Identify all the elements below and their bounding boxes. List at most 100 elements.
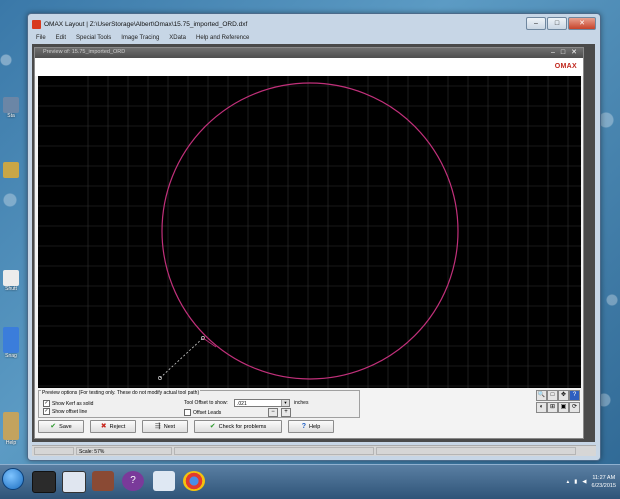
status-cell <box>376 447 576 455</box>
tray-arrow-icon[interactable]: ▴ <box>567 479 570 485</box>
help-button[interactable]: ? Help <box>288 420 334 433</box>
status-cell <box>34 447 74 455</box>
volume-icon[interactable]: ◀ <box>582 479 586 485</box>
clock-date: 6/23/2015 <box>591 483 616 489</box>
desktop-icon-label: Sta <box>7 113 15 119</box>
taskbar-help-icon[interactable]: ? <box>122 471 144 491</box>
menu-xdata[interactable]: XData <box>169 33 186 43</box>
status-cell <box>174 447 374 455</box>
checkbox-box[interactable]: ✓ <box>43 400 50 407</box>
offset-leads-checkbox[interactable]: Offset Leads <box>184 409 221 416</box>
show-kerf-label: Show Kerf as solid <box>52 400 94 407</box>
folder-icon <box>3 162 19 178</box>
menu-file[interactable]: File <box>36 33 46 43</box>
action-buttons: ✔ Save ✖ Reject ⇶ Next ✔ Check for probl… <box>38 420 334 433</box>
maximize-button[interactable]: □ <box>547 17 567 30</box>
zoom-extents-icon[interactable]: ⊞ <box>547 402 558 413</box>
next-icon: ⇶ <box>154 423 161 430</box>
show-offset-label: Show offset line <box>52 408 88 415</box>
check-for-problems-label: Check for problems <box>218 423 267 430</box>
desktop-icon[interactable] <box>0 160 22 190</box>
tool-offset-value: .021 <box>237 401 247 407</box>
tool-offset-label: Tool Offset to show: <box>184 400 228 406</box>
omax-logo: OMAX <box>554 63 577 70</box>
checkbox-box[interactable]: ✓ <box>43 408 50 415</box>
system-tray: ▴ ▮ ◀ 11:27 AM 6/23/2015 <box>567 468 617 496</box>
clock-time: 11:27 AM <box>592 475 616 481</box>
decrease-offset-button[interactable]: − <box>268 408 278 417</box>
start-button[interactable] <box>2 468 24 490</box>
zoom-toolbar: 🔍 □ ✥ ? ◐ ⊞ ▣ ⟳ <box>536 390 580 418</box>
preview-drawing <box>38 76 581 388</box>
desktop-icon[interactable]: Snag <box>0 325 22 359</box>
logo-bar: OMAX <box>35 58 583 76</box>
preview-options-legend: Preview options (For testing only. These… <box>41 390 201 396</box>
checkmark-icon: ✔ <box>50 423 57 430</box>
zoom-fit-icon[interactable]: ▣ <box>558 402 569 413</box>
show-kerf-checkbox[interactable]: ✓ Show Kerf as solid <box>43 400 93 407</box>
increase-offset-button[interactable]: + <box>281 408 291 417</box>
desktop-icon-label: Snag <box>5 353 17 359</box>
reject-button[interactable]: ✖ Reject <box>90 420 136 433</box>
taskbar-app-notepad[interactable] <box>153 471 175 491</box>
preview-close-button[interactable]: ✕ <box>571 48 577 58</box>
grid-lines <box>38 76 581 388</box>
desktop-icon-label: Shutt <box>5 286 17 292</box>
status-bar: Scale: 57% <box>32 445 596 456</box>
zoom-previous-icon[interactable]: ◐ <box>536 402 547 413</box>
preview-dialog: Preview of: 15.75_imported_ORD – □ ✕ OMA… <box>34 47 584 439</box>
preview-minimize-button[interactable]: – <box>551 48 555 58</box>
desktop-icon-image <box>3 270 19 286</box>
menu-special-tools[interactable]: Special Tools <box>76 33 111 43</box>
x-icon: ✖ <box>100 423 107 430</box>
help-label: Help <box>308 423 321 430</box>
offset-leads-label: Offset Leads <box>193 409 222 416</box>
show-offset-checkbox[interactable]: ✓ Show offset line <box>43 408 87 415</box>
next-button[interactable]: ⇶ Next <box>142 420 188 433</box>
desktop-icon[interactable]: Sta <box>0 95 22 125</box>
close-button[interactable]: ✕ <box>568 17 596 30</box>
network-icon[interactable]: ▮ <box>574 479 577 485</box>
next-label: Next <box>163 423 176 430</box>
preview-canvas[interactable] <box>38 76 581 388</box>
save-button[interactable]: ✔ Save <box>38 420 84 433</box>
minimize-button[interactable]: – <box>526 17 546 30</box>
check-for-problems-button[interactable]: ✔ Check for problems <box>194 420 282 433</box>
desktop-icon-image <box>3 327 19 353</box>
taskbar-app[interactable] <box>92 471 114 491</box>
question-icon: ? <box>301 423 306 430</box>
taskbar-app-terminal[interactable] <box>32 471 56 493</box>
unit-label: inches <box>294 400 309 406</box>
client-area: Preview of: 15.75_imported_ORD – □ ✕ OMA… <box>32 44 595 442</box>
reject-label: Reject <box>109 423 126 430</box>
desktop-icon[interactable]: Shutt <box>0 268 22 298</box>
menu-edit[interactable]: Edit <box>56 33 66 43</box>
menu-help-and-reference[interactable]: Help and Reference <box>196 33 249 43</box>
window-titlebar[interactable]: OMAX Layout | Z:\UserStorage\Albert\Omax… <box>32 16 530 32</box>
taskbar: ? ▴ ▮ ◀ 11:27 AM 6/23/2015 <box>0 464 620 499</box>
chrome-icon[interactable] <box>183 471 205 491</box>
dropdown-arrow-icon[interactable]: ▼ <box>281 400 289 406</box>
zoom-window-icon[interactable]: □ <box>547 390 558 401</box>
app-icon <box>32 19 41 29</box>
help-icon[interactable]: ? <box>569 390 580 401</box>
taskbar-app-omax[interactable] <box>62 471 86 493</box>
preview-titlebar[interactable]: Preview of: 15.75_imported_ORD – □ ✕ <box>35 48 583 58</box>
window-title: OMAX Layout | Z:\UserStorage\Albert\Omax… <box>44 20 248 28</box>
desktop-icon-label: Help <box>5 440 17 446</box>
desktop-icon-image <box>3 412 19 440</box>
clock[interactable]: 11:27 AM 6/23/2015 <box>592 474 616 490</box>
save-label: Save <box>59 423 72 430</box>
preview-title: Preview of: 15.75_imported_ORD <box>43 49 126 55</box>
tool-offset-select[interactable]: .021 ▼ <box>234 399 290 407</box>
desktop-icon-image <box>3 97 19 113</box>
caption-buttons: – □ ✕ <box>526 17 596 30</box>
pan-icon[interactable]: ✥ <box>558 390 569 401</box>
menu-image-tracing[interactable]: Image Tracing <box>121 33 159 43</box>
checkbox-box[interactable] <box>184 409 191 416</box>
redraw-icon[interactable]: ⟳ <box>569 402 580 413</box>
omax-layout-window: OMAX Layout | Z:\UserStorage\Albert\Omax… <box>27 13 601 461</box>
zoom-in-icon[interactable]: 🔍 <box>536 390 547 401</box>
desktop-icon[interactable]: Help <box>0 410 22 446</box>
preview-maximize-button[interactable]: □ <box>561 48 565 58</box>
